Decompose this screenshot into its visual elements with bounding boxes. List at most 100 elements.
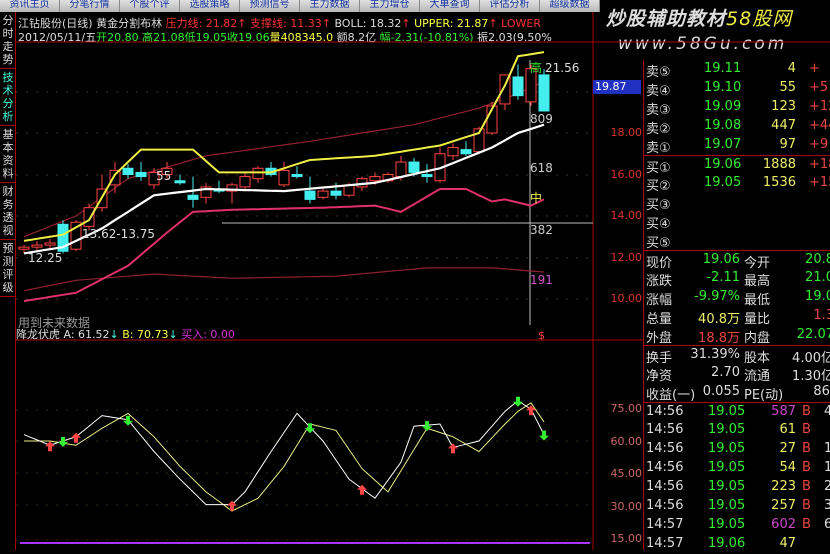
fund-label: 流通 — [744, 369, 771, 384]
ask-label: 卖③ — [646, 103, 671, 118]
ask-change: +44 — [809, 118, 830, 133]
tick-price: 19.05 — [708, 422, 746, 437]
panel-row: 卖① 19.07 97 +9 — [644, 136, 830, 156]
fund-label: 净资 — [646, 369, 673, 384]
panel-row: 换手 31.39% 股本 4.00亿 — [644, 345, 830, 366]
buy-arrow-icon — [448, 443, 458, 454]
tick-volume: 54 — [779, 460, 796, 475]
panel-row: 涨跌 -2.11 最高 21.0 — [644, 269, 830, 289]
range-label: 13.62-13.75 — [82, 227, 155, 241]
fib-382-label: 382 — [530, 223, 553, 237]
candle-body — [187, 194, 199, 200]
tick-price: 19.06 — [708, 536, 746, 551]
candle-body — [460, 149, 472, 155]
panel-row: 买② 19.05 1536 +153 — [644, 174, 830, 194]
tick-side: B — [802, 460, 811, 475]
sell-arrow-icon — [58, 437, 68, 447]
low-label: 12.25 — [28, 251, 62, 265]
bid-price: 19.05 — [704, 175, 742, 190]
quote-value: 18.8万 — [698, 331, 740, 346]
fund-value: 0.055 — [702, 384, 740, 399]
tick-volume: 47 — [779, 536, 796, 551]
current-price-tag: 19.87 — [593, 80, 641, 94]
panel-row: 买①19.061888+188 — [644, 155, 830, 176]
indicator-b: B: 70.73 — [122, 328, 169, 341]
candle-body — [317, 190, 329, 198]
quote-label: 最高 — [744, 274, 771, 289]
indicator-axis-label: 60.00 — [610, 434, 643, 448]
ask-change: + — [809, 61, 820, 76]
ask-price: 19.08 — [704, 118, 742, 133]
tick-side: B — [802, 441, 811, 456]
indicator-a-line — [23, 400, 545, 506]
candle-body — [174, 180, 186, 184]
quote-value: 1.3 — [813, 308, 830, 323]
tick-time: 14:56 — [646, 441, 684, 456]
fund-value: 31.39% — [690, 347, 740, 362]
tick-volume: 587 — [771, 404, 796, 419]
buy-arrow-icon — [45, 441, 55, 452]
ask-label: 卖⑤ — [646, 65, 671, 80]
sell-arrow-icon — [539, 430, 549, 441]
candle-body — [122, 167, 134, 175]
ask-volume: 123 — [771, 99, 796, 114]
panel-row: 卖⑤ 19.11 4 + — [644, 60, 830, 80]
tick-side: B — [802, 479, 811, 494]
candle-body — [330, 190, 342, 196]
bid-volume: 1536 — [762, 175, 796, 190]
indicator-b-line — [24, 402, 545, 512]
candle-body — [395, 161, 407, 178]
ask-change: +12 — [809, 99, 830, 114]
panel-row: 14:57 19.05 602 B 6 — [644, 516, 830, 535]
fib-55-label: 55 — [156, 169, 171, 183]
fib-191-label: 191 — [530, 273, 553, 287]
panel-row: 14:56 19.05 257 B 3 — [644, 497, 830, 516]
quote-panel: 卖⑤19.114+卖④19.1055+5卖③19.09123+12卖②19.08… — [643, 60, 830, 551]
tick-count: 6 — [824, 517, 830, 532]
bid-label: 买④ — [646, 217, 671, 232]
panel-row: 买⑤ — [644, 231, 830, 251]
panel-row: 卖② 19.08 447 +44 — [644, 117, 830, 137]
tick-count: 3 — [824, 498, 830, 513]
indicator-buy: 买入: 0.00 — [181, 328, 235, 341]
indicator-axis-label: 45.00 — [610, 467, 643, 480]
candle-body — [31, 244, 43, 248]
indicator-axis-label: 15.00 — [610, 532, 643, 545]
signal-marker-icon: $ — [538, 329, 545, 342]
fib-809-label: 809 — [530, 112, 553, 126]
candle-body — [18, 246, 30, 250]
fund-value: 1.30亿 — [792, 369, 830, 384]
ask-volume: 447 — [771, 118, 796, 133]
fund-value: 2.70 — [711, 365, 740, 380]
ask-volume: 4 — [787, 61, 796, 76]
quote-value: -9.97% — [694, 289, 740, 304]
panel-row: 现价 19.06 今开 20.8 — [644, 250, 830, 271]
indicator-axis-label: 30.00 — [610, 499, 643, 513]
panel-row: 外盘 18.8万 内盘 22.07 — [644, 326, 830, 346]
ask-price: 19.11 — [704, 61, 742, 76]
quote-label: 总量 — [646, 312, 673, 327]
candle-body — [252, 167, 264, 180]
tick-side: B — [802, 422, 811, 437]
quote-value: 19.0 — [805, 289, 830, 304]
quote-value: 22.07 — [796, 327, 830, 342]
tick-count: 2 — [824, 479, 830, 494]
ask-volume: 97 — [779, 137, 796, 152]
ask-change: +9 — [809, 137, 829, 152]
tick-time: 14:56 — [646, 460, 684, 475]
panel-row: 14:56 19.05 54 B 1 — [644, 459, 830, 478]
quote-label: 量比 — [744, 312, 771, 327]
fund-value: 86. — [813, 384, 830, 399]
candle-body — [369, 176, 381, 182]
panel-row: 买④ — [644, 212, 830, 232]
tick-time: 14:56 — [646, 404, 684, 419]
quote-value: 20.8 — [805, 252, 830, 267]
bid-volume: 1888 — [762, 157, 796, 172]
bid-label: 买② — [646, 179, 671, 194]
fib-618-label: 618 — [530, 161, 553, 175]
bid-label: 买③ — [646, 198, 671, 213]
quote-label: 涨幅 — [646, 293, 673, 308]
tick-time: 14:56 — [646, 479, 684, 494]
tick-price: 19.05 — [708, 498, 746, 513]
bid-label: 买⑤ — [646, 236, 671, 251]
